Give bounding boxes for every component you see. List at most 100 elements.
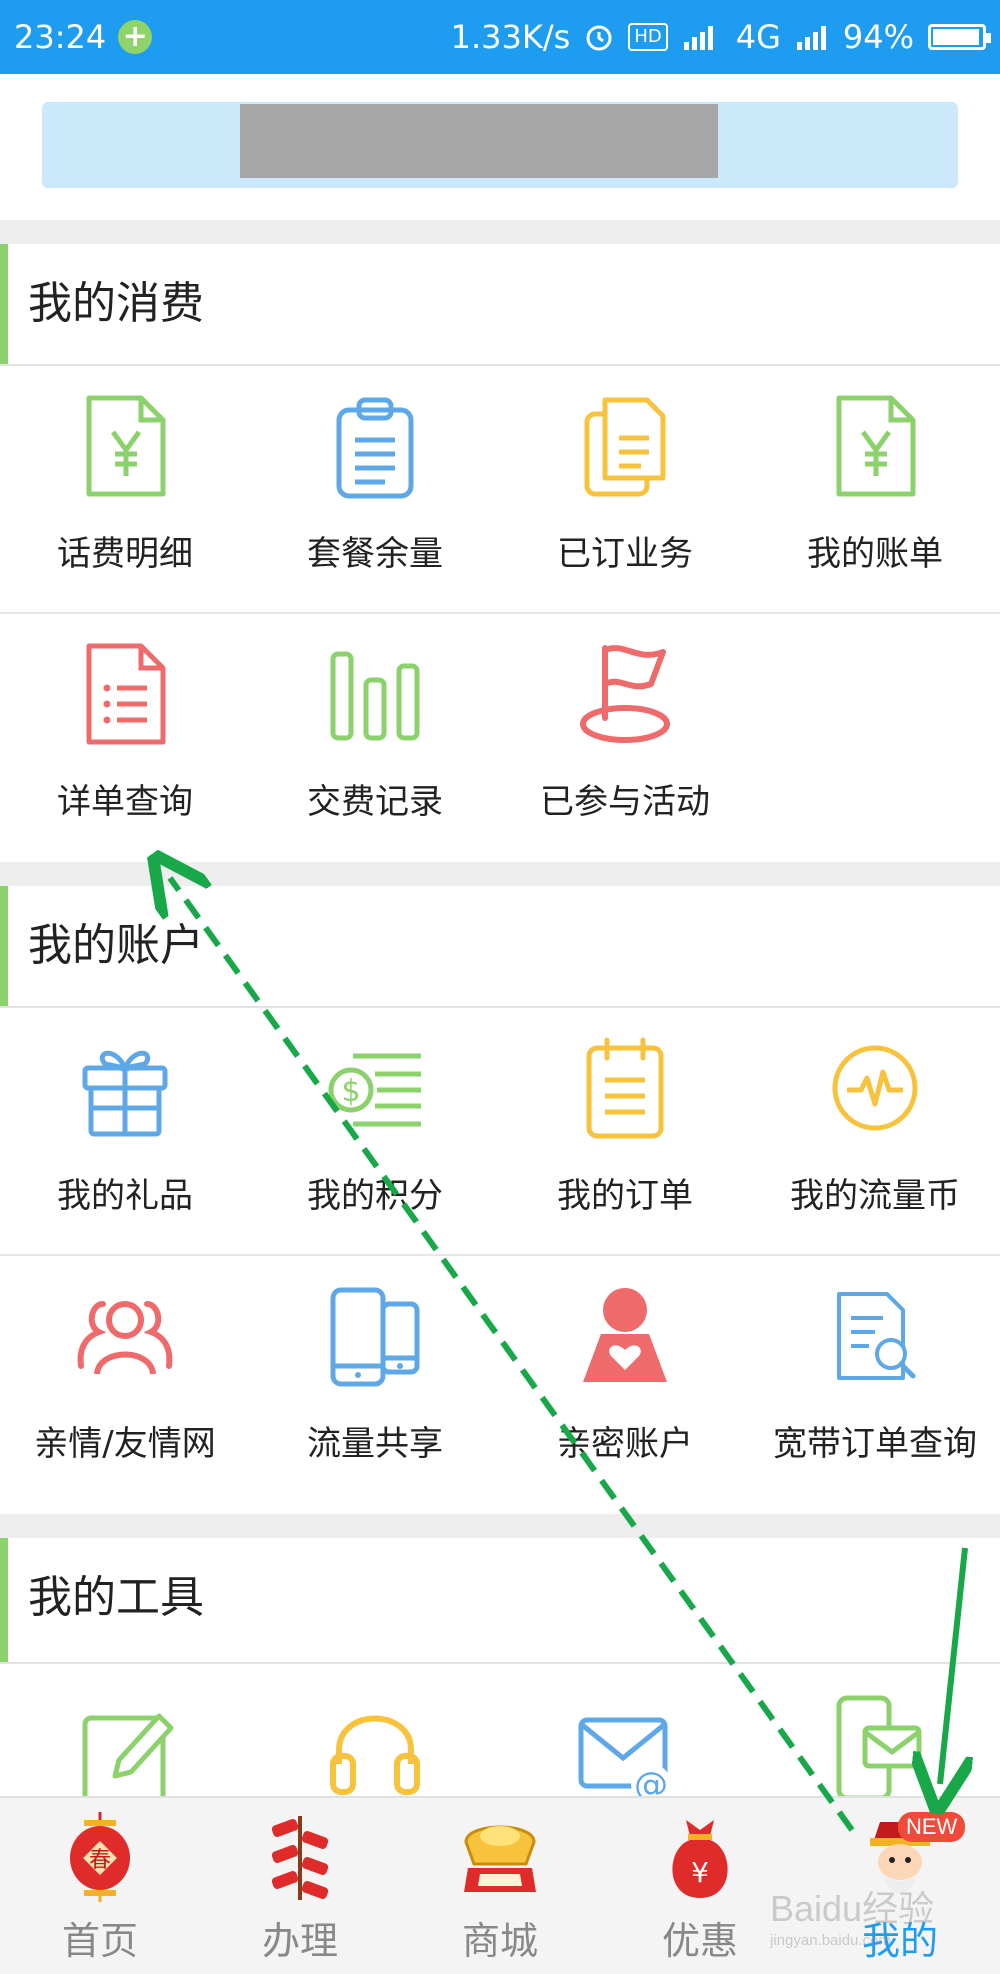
menu-item-payment-records[interactable]: 交费记录 — [250, 614, 500, 862]
nav-home[interactable]: 春 首页 — [0, 1798, 200, 1974]
section-title: 我的账户 — [28, 920, 204, 971]
section-accent-bar — [0, 244, 8, 364]
nav-label: 我的 — [861, 1919, 938, 1963]
menu-item-label: 亲情/友情网 — [34, 1424, 216, 1464]
tools-row: @ — [0, 1664, 1000, 1796]
svg-text:@: @ — [634, 1765, 668, 1796]
headphones-icon — [330, 1715, 420, 1795]
nav-mall[interactable]: 商城 — [400, 1798, 600, 1974]
section-title: 我的消费 — [28, 278, 204, 329]
redacted-block — [240, 104, 718, 178]
menu-item-package-balance[interactable]: 套餐余量 — [250, 366, 500, 612]
svg-text:¥: ¥ — [691, 1856, 709, 1889]
nav-mine[interactable]: NEW 我的 — [800, 1798, 1000, 1974]
dollar-list-icon: $ — [328, 1053, 421, 1127]
menu-item-label: 套餐余量 — [307, 534, 443, 574]
status-time: 23:24 — [14, 18, 107, 56]
section-accent-bar — [0, 1538, 8, 1662]
menu-item-label: 宽带订单查询 — [773, 1424, 977, 1464]
email-icon: @ — [578, 1717, 671, 1796]
section-divider — [0, 1514, 1000, 1538]
section-divider — [0, 220, 1000, 244]
people-icon — [77, 1301, 173, 1375]
heart-person-icon — [583, 1288, 667, 1382]
nav-handle[interactable]: 办理 — [200, 1798, 400, 1974]
menu-item-detailed-query[interactable]: 详单查询 — [0, 614, 250, 862]
documents-icon — [584, 397, 666, 497]
section-divider — [0, 862, 1000, 886]
battery-icon — [928, 24, 991, 50]
menu-item-label: 我的订单 — [557, 1176, 693, 1216]
signal-icon — [683, 26, 713, 50]
tool-item-sms[interactable] — [750, 1664, 1000, 1796]
section-title: 我的工具 — [28, 1572, 204, 1623]
phone-message-icon — [836, 1695, 922, 1796]
grid-row: 话费明细 套餐余量 已订业务 我的账单 — [0, 366, 1000, 614]
gift-icon — [82, 1050, 168, 1137]
phones-icon — [330, 1287, 420, 1387]
section-header-consumption: 我的消费 — [0, 244, 1000, 366]
menu-item-label: 我的积分 — [307, 1176, 443, 1216]
search-document-icon — [837, 1292, 916, 1380]
status-bar: 23:24 + 1.33K/s HD 4G 94% — [0, 0, 1000, 74]
new-badge: NEW — [898, 1812, 966, 1842]
phone-number-banner[interactable] — [42, 102, 958, 188]
network-type: 4G — [735, 18, 781, 56]
clipboard-icon — [336, 397, 414, 499]
menu-item-label: 我的账单 — [807, 534, 943, 574]
section-header-account: 我的账户 — [0, 886, 1000, 1008]
menu-item-my-orders[interactable]: 我的订单 — [500, 1008, 750, 1254]
menu-item-data-sharing[interactable]: 流量共享 — [250, 1256, 500, 1504]
banner-area — [0, 74, 1000, 220]
nav-label: 优惠 — [661, 1919, 738, 1963]
pulse-coin-icon — [832, 1045, 918, 1131]
calendar-list-icon — [586, 1037, 664, 1139]
nav-label: 首页 — [61, 1919, 138, 1963]
menu-item-intimate-account[interactable]: 亲密账户 — [500, 1256, 750, 1504]
nav-discount[interactable]: ¥ 优惠 — [600, 1798, 800, 1974]
empty-cell — [750, 614, 1000, 862]
tool-item-customer-service[interactable] — [250, 1664, 500, 1796]
status-right-group: 1.33K/s HD 4G 94% — [450, 18, 991, 56]
menu-item-my-gifts[interactable]: 我的礼品 — [0, 1008, 250, 1254]
bottom-nav: 春 首页 办理 商城 ¥ 优惠 NEW 我的 — [0, 1796, 1000, 1974]
section-header-tools: 我的工具 — [0, 1538, 1000, 1664]
menu-item-label: 流量共享 — [307, 1424, 443, 1464]
menu-item-my-points[interactable]: $ 我的积分 — [250, 1008, 500, 1254]
menu-item-label: 已参与活动 — [540, 782, 710, 822]
menu-item-bill-details[interactable]: 话费明细 — [0, 366, 250, 612]
firecracker-icon — [271, 1816, 329, 1900]
section-accent-bar — [0, 886, 8, 1006]
list-document-icon — [86, 643, 166, 745]
yuan-document-icon — [836, 395, 916, 497]
battery-percent: 94% — [842, 18, 914, 56]
bar-chart-icon — [330, 651, 420, 741]
tool-item-edit[interactable] — [0, 1664, 250, 1796]
menu-item-subscribed-services[interactable]: 已订业务 — [500, 366, 750, 612]
plus-notification-icon: + — [118, 20, 153, 54]
signal-icon-2 — [796, 26, 826, 50]
menu-item-label: 话费明细 — [57, 534, 193, 574]
grid-row: 我的礼品 $ 我的积分 我的订单 我的流量币 — [0, 1008, 1000, 1256]
menu-item-label: 亲密账户 — [557, 1424, 693, 1464]
grid-row: 详单查询 交费记录 已参与活动 — [0, 614, 1000, 862]
money-bag-icon: ¥ — [672, 1820, 728, 1898]
network-speed: 1.33K/s — [450, 18, 571, 56]
tool-item-email[interactable]: @ — [500, 1664, 750, 1796]
lantern-icon: 春 — [70, 1812, 130, 1902]
menu-item-label: 已订业务 — [557, 534, 693, 574]
menu-item-joined-activities[interactable]: 已参与活动 — [500, 614, 750, 862]
menu-item-family-network[interactable]: 亲情/友情网 — [0, 1256, 250, 1504]
nav-label: 办理 — [261, 1919, 338, 1963]
menu-item-label: 详单查询 — [57, 782, 193, 822]
menu-item-label: 交费记录 — [307, 782, 443, 822]
menu-item-label: 我的流量币 — [790, 1176, 960, 1216]
edit-icon — [82, 1713, 174, 1796]
svg-text:春: 春 — [89, 1848, 111, 1873]
menu-item-broadband-order-query[interactable]: 宽带订单查询 — [750, 1256, 1000, 1504]
menu-item-data-coins[interactable]: 我的流量币 — [750, 1008, 1000, 1254]
yuan-document-icon — [86, 395, 166, 497]
svg-text:$: $ — [341, 1074, 360, 1109]
menu-item-my-bill[interactable]: 我的账单 — [750, 366, 1000, 612]
menu-item-label: 我的礼品 — [57, 1176, 193, 1216]
